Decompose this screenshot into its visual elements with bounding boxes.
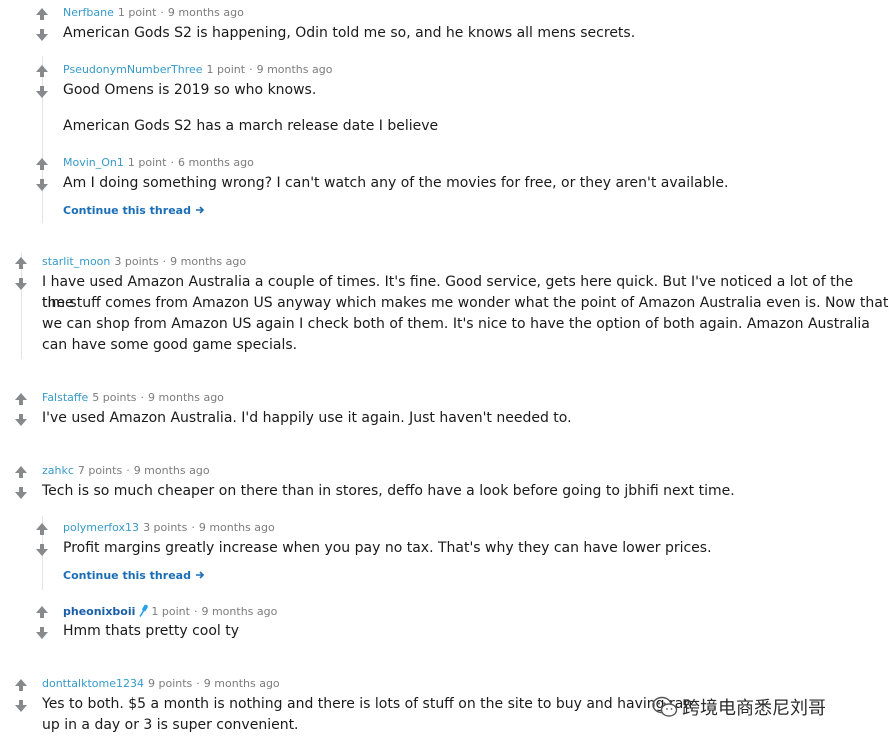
comment-body: the stuff comes from Amazon US anyway wh…	[42, 295, 889, 311]
arrow-right-icon	[195, 206, 204, 214]
continue-thread-label: Continue this thread	[63, 204, 191, 217]
points: 5 points	[92, 391, 137, 404]
comment-body: Am I doing something wrong? I can't watc…	[63, 175, 729, 191]
author-link[interactable]: pheonixboii	[63, 605, 135, 618]
separator: ·	[160, 6, 164, 19]
arrow-down-icon[interactable]	[14, 413, 28, 427]
arrow-down-icon[interactable]	[35, 85, 49, 99]
points: 1 point	[206, 63, 246, 76]
comment-body: Tech is so much cheaper on there than in…	[42, 483, 735, 499]
separator: ·	[191, 521, 195, 534]
arrow-up-icon[interactable]	[14, 678, 28, 692]
author-link[interactable]: zahkc	[42, 464, 74, 477]
comment-body: I've used Amazon Australia. I'd happily …	[42, 410, 572, 426]
separator: ·	[193, 605, 198, 618]
comment-body: up in a day or 3 is super convenient.	[42, 717, 299, 733]
continue-thread-link[interactable]: Continue this thread	[63, 204, 205, 218]
arrow-down-icon[interactable]	[14, 699, 28, 713]
separator: ·	[170, 156, 174, 169]
separator: ·	[140, 391, 145, 404]
timestamp[interactable]: 9 months ago	[170, 255, 246, 268]
timestamp[interactable]: 9 months ago	[204, 677, 280, 690]
points: 7 points	[77, 464, 123, 477]
author-link[interactable]: starlit_moon	[42, 255, 110, 268]
comment-body: Yes to both. $5 a month is nothing and t…	[42, 696, 693, 712]
timestamp[interactable]: 6 months ago	[178, 156, 254, 169]
comment-meta: starlit_moon 3 points · 9 months ago	[42, 255, 246, 269]
comment-meta: Nerfbane 1 point · 9 months ago	[63, 6, 244, 20]
author-link[interactable]: polymerfox13	[63, 521, 139, 534]
arrow-down-icon[interactable]	[14, 277, 28, 291]
arrow-down-icon[interactable]	[14, 486, 28, 500]
arrow-down-icon[interactable]	[35, 28, 49, 42]
separator: ·	[126, 464, 130, 477]
points: 3 points	[114, 255, 159, 268]
watermark-text: 跨境电商悉尼刘哥	[682, 698, 826, 719]
comment-meta: donttalktome1234 9 points · 9 months ago	[42, 677, 280, 691]
arrow-up-icon[interactable]	[35, 64, 49, 78]
comment-meta: pheonixboii 1 point · 9 months ago	[63, 604, 277, 619]
comment-body: Hmm thats pretty cool ty	[63, 623, 240, 639]
arrow-up-icon[interactable]	[14, 465, 28, 479]
separator: ·	[249, 63, 253, 76]
comment-meta: Falstaffe 5 points · 9 months ago	[42, 391, 224, 405]
points: 1 point	[151, 605, 190, 618]
timestamp[interactable]: 9 months ago	[201, 605, 277, 618]
arrow-down-icon[interactable]	[35, 626, 49, 640]
timestamp[interactable]: 9 months ago	[148, 391, 224, 404]
comment-body: American Gods S2 has a march release dat…	[63, 118, 439, 134]
separator: ·	[196, 677, 200, 690]
comment-meta: polymerfox13 3 points · 9 months ago	[63, 521, 275, 535]
timestamp[interactable]: 9 months ago	[257, 63, 333, 76]
watermark: 跨境电商悉尼刘哥	[652, 694, 826, 720]
wechat-icon	[652, 696, 678, 717]
comment-meta: zahkc 7 points · 9 months ago	[42, 464, 210, 478]
author-link[interactable]: donttalktome1234	[42, 677, 144, 690]
timestamp[interactable]: 9 months ago	[199, 521, 275, 534]
comment-body: we can shop from Amazon US again I check…	[42, 316, 870, 332]
comment-meta: Movin_On1 1 point · 6 months ago	[63, 156, 254, 170]
arrow-up-icon[interactable]	[14, 256, 28, 270]
arrow-up-icon[interactable]	[35, 157, 49, 171]
points: 1 point	[117, 6, 157, 19]
points: 3 points	[143, 521, 188, 534]
points: 9 points	[148, 677, 193, 690]
microphone-icon	[139, 604, 149, 617]
arrow-up-icon[interactable]	[14, 392, 28, 406]
arrow-down-icon[interactable]	[35, 543, 49, 557]
author-link[interactable]: PseudonymNumberThree	[63, 63, 203, 76]
comment-body: can have some good game specials.	[42, 337, 298, 353]
arrow-down-icon[interactable]	[35, 178, 49, 192]
author-link[interactable]: Movin_On1	[63, 156, 124, 169]
comment-body: American Gods S2 is happening, Odin told…	[63, 25, 636, 41]
arrow-up-icon[interactable]	[35, 522, 49, 536]
thread-line[interactable]	[42, 56, 43, 223]
timestamp[interactable]: 9 months ago	[168, 6, 244, 19]
arrow-up-icon[interactable]	[35, 7, 49, 21]
continue-thread-label: Continue this thread	[63, 569, 191, 582]
author-link[interactable]: Nerfbane	[63, 6, 114, 19]
separator: ·	[162, 255, 167, 268]
points: 1 point	[127, 156, 167, 169]
arrow-right-icon	[195, 571, 204, 579]
timestamp[interactable]: 9 months ago	[134, 464, 210, 477]
comment-body: Good Omens is 2019 so who knows.	[63, 82, 317, 98]
author-link[interactable]: Falstaffe	[42, 391, 88, 404]
arrow-up-icon[interactable]	[35, 605, 49, 619]
comment-meta: PseudonymNumberThree 1 point · 9 months ago	[63, 63, 332, 77]
comment-body: Profit margins greatly increase when you…	[63, 540, 712, 556]
continue-thread-link[interactable]: Continue this thread	[63, 569, 205, 583]
